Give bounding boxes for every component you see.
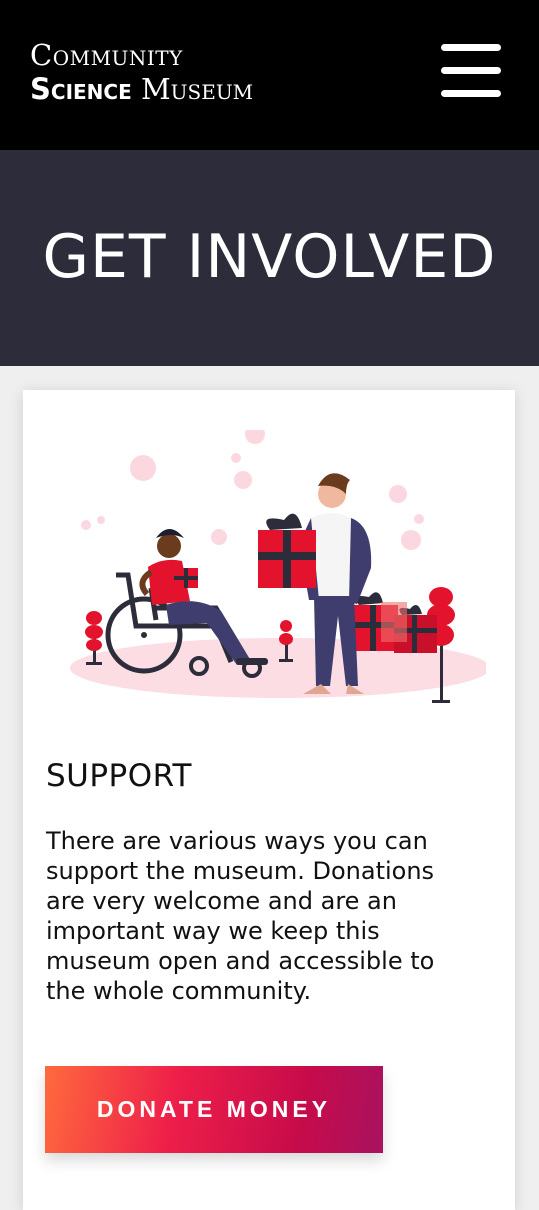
held-gift	[258, 513, 316, 588]
support-card: SUPPORT There are various ways you can s…	[23, 390, 515, 1210]
donate-money-button[interactable]: DONATE MONEY	[45, 1066, 383, 1153]
menu-bar-middle	[441, 67, 501, 74]
menu-bar-bottom	[441, 90, 501, 97]
menu-bar-top	[441, 44, 501, 51]
section-heading-support: SUPPORT	[46, 758, 192, 794]
hero-banner: GET INVOLVED	[0, 150, 539, 366]
logo-line-science-museum: Science Museum	[30, 72, 253, 106]
page-title: GET INVOLVED	[42, 222, 497, 292]
support-description: There are various ways you can support t…	[46, 827, 435, 1005]
gift-stack	[348, 592, 437, 653]
top-navigation-bar: Community Science Museum	[0, 0, 539, 150]
gift-giving-illustration	[70, 430, 486, 703]
decorative-circles	[81, 430, 424, 582]
logo-line-community: Community	[30, 38, 183, 72]
hamburger-menu-icon[interactable]	[441, 44, 503, 100]
logo-word-science: Science	[30, 72, 132, 106]
museum-logo[interactable]: Community Science Museum	[30, 38, 253, 106]
logo-word-museum: Museum	[131, 72, 254, 106]
